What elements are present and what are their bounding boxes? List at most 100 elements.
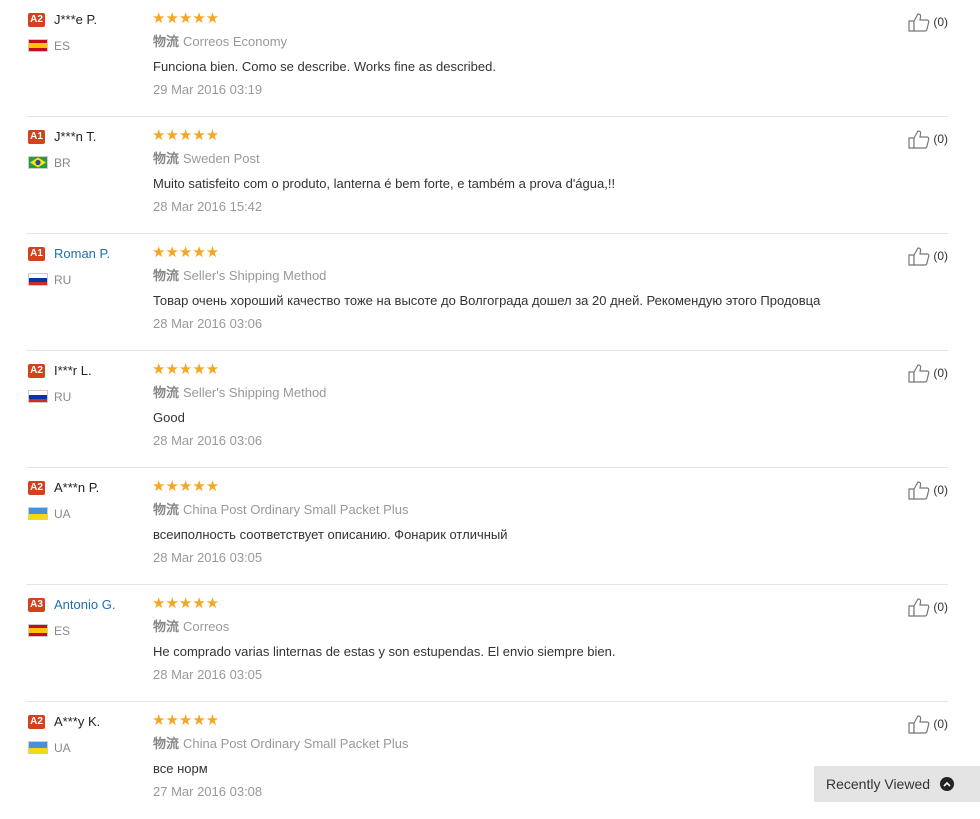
star-rating: ★★★★★ bbox=[152, 244, 220, 261]
thumbs-up-icon bbox=[908, 598, 930, 617]
shipping-method: 物流 China Post Ordinary Small Packet Plus bbox=[153, 502, 408, 518]
star-rating: ★★★★★ bbox=[152, 712, 220, 729]
shipping-method: 物流 Seller's Shipping Method bbox=[153, 268, 326, 284]
helpful-button[interactable]: (0) bbox=[907, 246, 948, 266]
feedback-text: Funciona bien. Como se describe. Works f… bbox=[153, 59, 496, 74]
buyer-level-badge: A2 bbox=[28, 481, 45, 495]
thumbs-up-icon bbox=[908, 715, 930, 734]
review-item: A2 A***n P. UA ★★★★★ 物流 China Post Ordina… bbox=[26, 468, 948, 585]
shipping-label: 物流 bbox=[153, 736, 180, 751]
buyer-level-badge: A2 bbox=[28, 364, 45, 378]
feedback-text: Muito satisfeito com o produto, lanterna… bbox=[153, 176, 616, 191]
review-date: 28 Mar 2016 03:06 bbox=[153, 433, 263, 448]
shipping-method-value: Correos Economy bbox=[183, 34, 288, 49]
flag-ru-icon bbox=[28, 273, 48, 286]
feedback-text: всеиполность соответствует описанию. Фон… bbox=[153, 527, 508, 542]
helpful-count: (0) bbox=[933, 483, 948, 497]
feedback-text: He comprado varias linternas de estas y … bbox=[153, 644, 616, 659]
helpful-count: (0) bbox=[933, 249, 948, 263]
shipping-method-value: China Post Ordinary Small Packet Plus bbox=[183, 736, 409, 751]
helpful-count: (0) bbox=[933, 717, 948, 731]
shipping-label: 物流 bbox=[153, 619, 180, 634]
shipping-method-value: China Post Ordinary Small Packet Plus bbox=[183, 502, 409, 517]
review-date: 29 Mar 2016 03:19 bbox=[153, 82, 263, 97]
buyer-country: BR bbox=[54, 156, 71, 170]
star-rating: ★★★★★ bbox=[152, 10, 220, 27]
shipping-method-value: Seller's Shipping Method bbox=[183, 385, 327, 400]
buyer-country: RU bbox=[54, 273, 72, 287]
flag-ua-icon bbox=[28, 507, 48, 520]
shipping-method-value: Correos bbox=[183, 619, 230, 634]
helpful-button[interactable]: (0) bbox=[907, 12, 948, 32]
thumbs-up-icon bbox=[908, 481, 930, 500]
review-date: 27 Mar 2016 03:08 bbox=[153, 784, 263, 799]
flag-ru-icon bbox=[28, 390, 48, 403]
star-rating: ★★★★★ bbox=[152, 478, 220, 495]
buyer-name-link[interactable]: Roman P. bbox=[54, 246, 110, 262]
shipping-method: 物流 Sweden Post bbox=[153, 151, 260, 167]
helpful-button[interactable]: (0) bbox=[907, 714, 948, 734]
review-item: A2 A***y K. UA ★★★★★ 物流 China Post Ordina… bbox=[26, 702, 948, 819]
buyer-level-badge: A2 bbox=[28, 715, 45, 729]
shipping-method: 物流 Correos bbox=[153, 619, 229, 635]
feedback-text: все норм bbox=[153, 761, 208, 776]
helpful-button[interactable]: (0) bbox=[907, 480, 948, 500]
review-item: A3 Antonio G. ES ★★★★★ 物流 Correos He comp… bbox=[26, 585, 948, 702]
helpful-count: (0) bbox=[933, 366, 948, 380]
review-item: A1 Roman P. RU ★★★★★ 物流 Seller's Shipping… bbox=[26, 234, 948, 351]
buyer-name: A***y K. bbox=[54, 714, 101, 729]
shipping-label: 物流 bbox=[153, 151, 180, 166]
flag-ua-icon bbox=[28, 741, 48, 754]
shipping-method-value: Seller's Shipping Method bbox=[183, 268, 327, 283]
shipping-method-value: Sweden Post bbox=[183, 151, 260, 166]
review-item: A2 I***r L. RU ★★★★★ 物流 Seller's Shipping… bbox=[26, 351, 948, 468]
flag-es-icon bbox=[28, 624, 48, 637]
shipping-method: 物流 Correos Economy bbox=[153, 34, 287, 50]
review-date: 28 Mar 2016 15:42 bbox=[153, 199, 263, 214]
review-date: 28 Mar 2016 03:05 bbox=[153, 667, 263, 682]
buyer-country: UA bbox=[54, 507, 71, 521]
star-rating: ★★★★★ bbox=[152, 595, 220, 612]
shipping-label: 物流 bbox=[153, 34, 180, 49]
buyer-level-badge: A1 bbox=[28, 247, 45, 261]
flag-es-icon bbox=[28, 39, 48, 52]
flag-br-icon bbox=[28, 156, 48, 169]
feedback-text: Товар очень хороший качество тоже на выс… bbox=[153, 293, 821, 308]
thumbs-up-icon bbox=[908, 364, 930, 383]
helpful-count: (0) bbox=[933, 600, 948, 614]
chevron-up-icon bbox=[940, 777, 954, 791]
buyer-level-badge: A3 bbox=[28, 598, 45, 612]
shipping-method: 物流 China Post Ordinary Small Packet Plus bbox=[153, 736, 408, 752]
buyer-country: ES bbox=[54, 39, 71, 53]
buyer-country: RU bbox=[54, 390, 72, 404]
thumbs-up-icon bbox=[908, 247, 930, 266]
buyer-name-link[interactable]: Antonio G. bbox=[54, 597, 115, 613]
buyer-country: ES bbox=[54, 624, 71, 638]
thumbs-up-icon bbox=[908, 130, 930, 149]
review-item: A1 J***n T. BR ★★★★★ 物流 Sweden Post Muito… bbox=[26, 117, 948, 234]
helpful-button[interactable]: (0) bbox=[907, 129, 948, 149]
shipping-label: 物流 bbox=[153, 268, 180, 283]
shipping-label: 物流 bbox=[153, 502, 180, 517]
recently-viewed-label: Recently Viewed bbox=[826, 776, 931, 792]
shipping-label: 物流 bbox=[153, 385, 180, 400]
helpful-count: (0) bbox=[933, 132, 948, 146]
buyer-name: J***e P. bbox=[54, 12, 98, 27]
helpful-button[interactable]: (0) bbox=[907, 363, 948, 383]
buyer-name: A***n P. bbox=[54, 480, 100, 495]
buyer-level-badge: A2 bbox=[28, 13, 45, 27]
review-item: A2 J***e P. ES ★★★★★ 物流 Correos Economy F… bbox=[26, 0, 948, 117]
recently-viewed-button[interactable]: Recently Viewed bbox=[814, 766, 980, 802]
star-rating: ★★★★★ bbox=[152, 361, 220, 378]
thumbs-up-icon bbox=[908, 13, 930, 32]
shipping-method: 物流 Seller's Shipping Method bbox=[153, 385, 326, 401]
buyer-level-badge: A1 bbox=[28, 130, 45, 144]
buyer-country: UA bbox=[54, 741, 71, 755]
feedback-text: Good bbox=[153, 410, 185, 425]
review-date: 28 Mar 2016 03:05 bbox=[153, 550, 263, 565]
buyer-name: J***n T. bbox=[54, 129, 97, 144]
buyer-name: I***r L. bbox=[54, 363, 92, 378]
star-rating: ★★★★★ bbox=[152, 127, 220, 144]
helpful-button[interactable]: (0) bbox=[907, 597, 948, 617]
review-date: 28 Mar 2016 03:06 bbox=[153, 316, 263, 331]
